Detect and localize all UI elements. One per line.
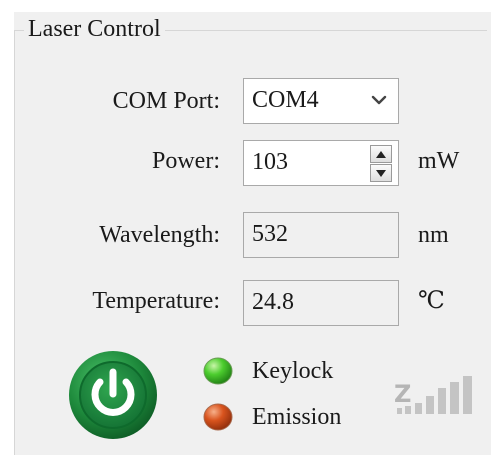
spin-up-button[interactable] xyxy=(370,145,392,163)
power-label: Power: xyxy=(152,148,220,174)
triangle-up-icon xyxy=(376,151,386,158)
signal-strength-icon: Z xyxy=(394,376,472,414)
wavelength-unit: nm xyxy=(418,222,449,248)
keylock-led-icon xyxy=(203,357,233,385)
power-spin-control xyxy=(370,145,392,183)
emission-label: Emission xyxy=(252,404,342,430)
emission-led-icon xyxy=(203,403,233,431)
wavelength-value: 532 xyxy=(252,221,288,247)
svg-text:Z: Z xyxy=(394,380,411,408)
chevron-down-icon xyxy=(371,95,387,105)
power-icon xyxy=(69,351,157,439)
triangle-down-icon xyxy=(376,170,386,177)
power-spinbox[interactable]: 103 xyxy=(243,140,399,186)
power-value: 103 xyxy=(252,149,288,175)
com-port-label: COM Port: xyxy=(112,88,220,114)
keylock-label: Keylock xyxy=(252,358,334,384)
temperature-label: Temperature: xyxy=(92,288,220,314)
com-port-value: COM4 xyxy=(252,87,319,113)
group-title: Laser Control xyxy=(24,14,165,44)
wavelength-label: Wavelength: xyxy=(99,222,220,248)
temperature-unit: ℃ xyxy=(418,288,445,314)
spin-down-button[interactable] xyxy=(370,164,392,182)
wavelength-field: 532 xyxy=(243,212,399,258)
temperature-field: 24.8 xyxy=(243,280,399,326)
power-unit: mW xyxy=(418,148,460,174)
power-toggle-button[interactable] xyxy=(68,350,158,440)
com-port-select[interactable]: COM4 xyxy=(243,78,399,124)
temperature-value: 24.8 xyxy=(252,289,294,315)
